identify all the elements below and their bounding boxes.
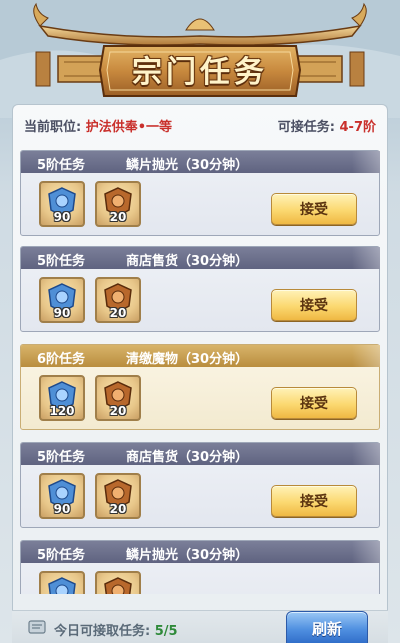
- task-name: 鳞片抛光（30分钟）: [126, 158, 249, 173]
- tier-label: 可接任务:: [277, 120, 335, 135]
- reward-slot[interactable]: 90: [39, 277, 85, 323]
- position-value: 护法供奉•一等: [85, 120, 173, 135]
- daily-accept-info: 今日可接取任务: 5/5: [54, 620, 178, 639]
- daily-count: 5/5: [154, 624, 178, 639]
- accept-button[interactable]: 接受: [271, 485, 357, 517]
- daily-label: 今日可接取任务:: [54, 624, 151, 639]
- task-name: 鳞片抛光（30分钟）: [126, 548, 249, 563]
- task-card: 5阶任务 商店售货（30分钟） 90 20 接受: [20, 442, 380, 528]
- task-name: 清缴魔物（30分钟）: [126, 352, 249, 367]
- tier-value: 4-7阶: [339, 120, 377, 135]
- reward-qty: 120: [49, 404, 75, 418]
- reward-slot[interactable]: 20: [95, 375, 141, 421]
- reward-qty: 20: [109, 210, 127, 224]
- reward-slot[interactable]: 20: [95, 277, 141, 323]
- task-card-header: 5阶任务 鳞片抛光（30分钟）: [21, 151, 380, 173]
- reward-qty: 90: [53, 210, 71, 224]
- blue-token-icon: [48, 577, 76, 594]
- task-card-header: 5阶任务 商店售货（30分钟）: [21, 443, 380, 465]
- task-card: 5阶任务 鳞片抛光（30分钟）: [20, 540, 380, 594]
- task-card-header: 6阶任务 清缴魔物（30分钟）: [21, 345, 380, 367]
- reward-qty: 90: [53, 502, 71, 516]
- reward-slot[interactable]: 20: [95, 473, 141, 519]
- task-name: 商店售货（30分钟）: [126, 254, 249, 269]
- brown-token-icon: [104, 577, 132, 594]
- accept-button[interactable]: 接受: [271, 387, 357, 419]
- reward-slot[interactable]: [39, 571, 85, 594]
- reward-qty: 20: [109, 404, 127, 418]
- reward-qty: 20: [109, 306, 127, 320]
- task-card-header: 5阶任务 鳞片抛光（30分钟）: [21, 541, 380, 563]
- position-info: 当前职位: 护法供奉•一等: [24, 116, 172, 135]
- task-card-highlighted: 6阶任务 清缴魔物（30分钟） 120 20 接受: [20, 344, 380, 430]
- task-tier: 5阶任务: [37, 548, 86, 563]
- refresh-button[interactable]: 刷新: [286, 611, 368, 643]
- footer-bar: 今日可接取任务: 5/5 刷新: [12, 610, 388, 643]
- task-card-header: 5阶任务 商店售货（30分钟）: [21, 247, 380, 269]
- reward-slot[interactable]: 20: [95, 181, 141, 227]
- task-tier: 6阶任务: [37, 352, 86, 367]
- tier-info: 可接任务: 4-7阶: [278, 116, 376, 135]
- page-title: 宗门任务: [132, 55, 268, 90]
- task-card: 5阶任务 鳞片抛光（30分钟） 90 20 接受: [20, 150, 380, 236]
- task-list[interactable]: 5阶任务 鳞片抛光（30分钟） 90 20 接受 5阶任务 商店售货（30分钟）…: [20, 148, 380, 594]
- scroll-icon: [28, 620, 46, 634]
- info-row: 当前职位: 护法供奉•一等 可接任务: 4-7阶: [24, 114, 376, 136]
- accept-button[interactable]: 接受: [271, 289, 357, 321]
- header-banner: 宗门任务: [0, 0, 400, 118]
- reward-slot[interactable]: 120: [39, 375, 85, 421]
- position-label: 当前职位:: [24, 120, 82, 135]
- reward-slot[interactable]: 90: [39, 473, 85, 519]
- accept-button[interactable]: 接受: [271, 193, 357, 225]
- reward-slot[interactable]: 90: [39, 181, 85, 227]
- task-name: 商店售货（30分钟）: [126, 450, 249, 465]
- task-card: 5阶任务 商店售货（30分钟） 90 20 接受: [20, 246, 380, 332]
- task-tier: 5阶任务: [37, 158, 86, 173]
- task-tier: 5阶任务: [37, 450, 86, 465]
- reward-slot[interactable]: [95, 571, 141, 594]
- title-plaque: 宗门任务: [108, 44, 292, 94]
- reward-qty: 20: [109, 502, 127, 516]
- reward-qty: 90: [53, 306, 71, 320]
- task-tier: 5阶任务: [37, 254, 86, 269]
